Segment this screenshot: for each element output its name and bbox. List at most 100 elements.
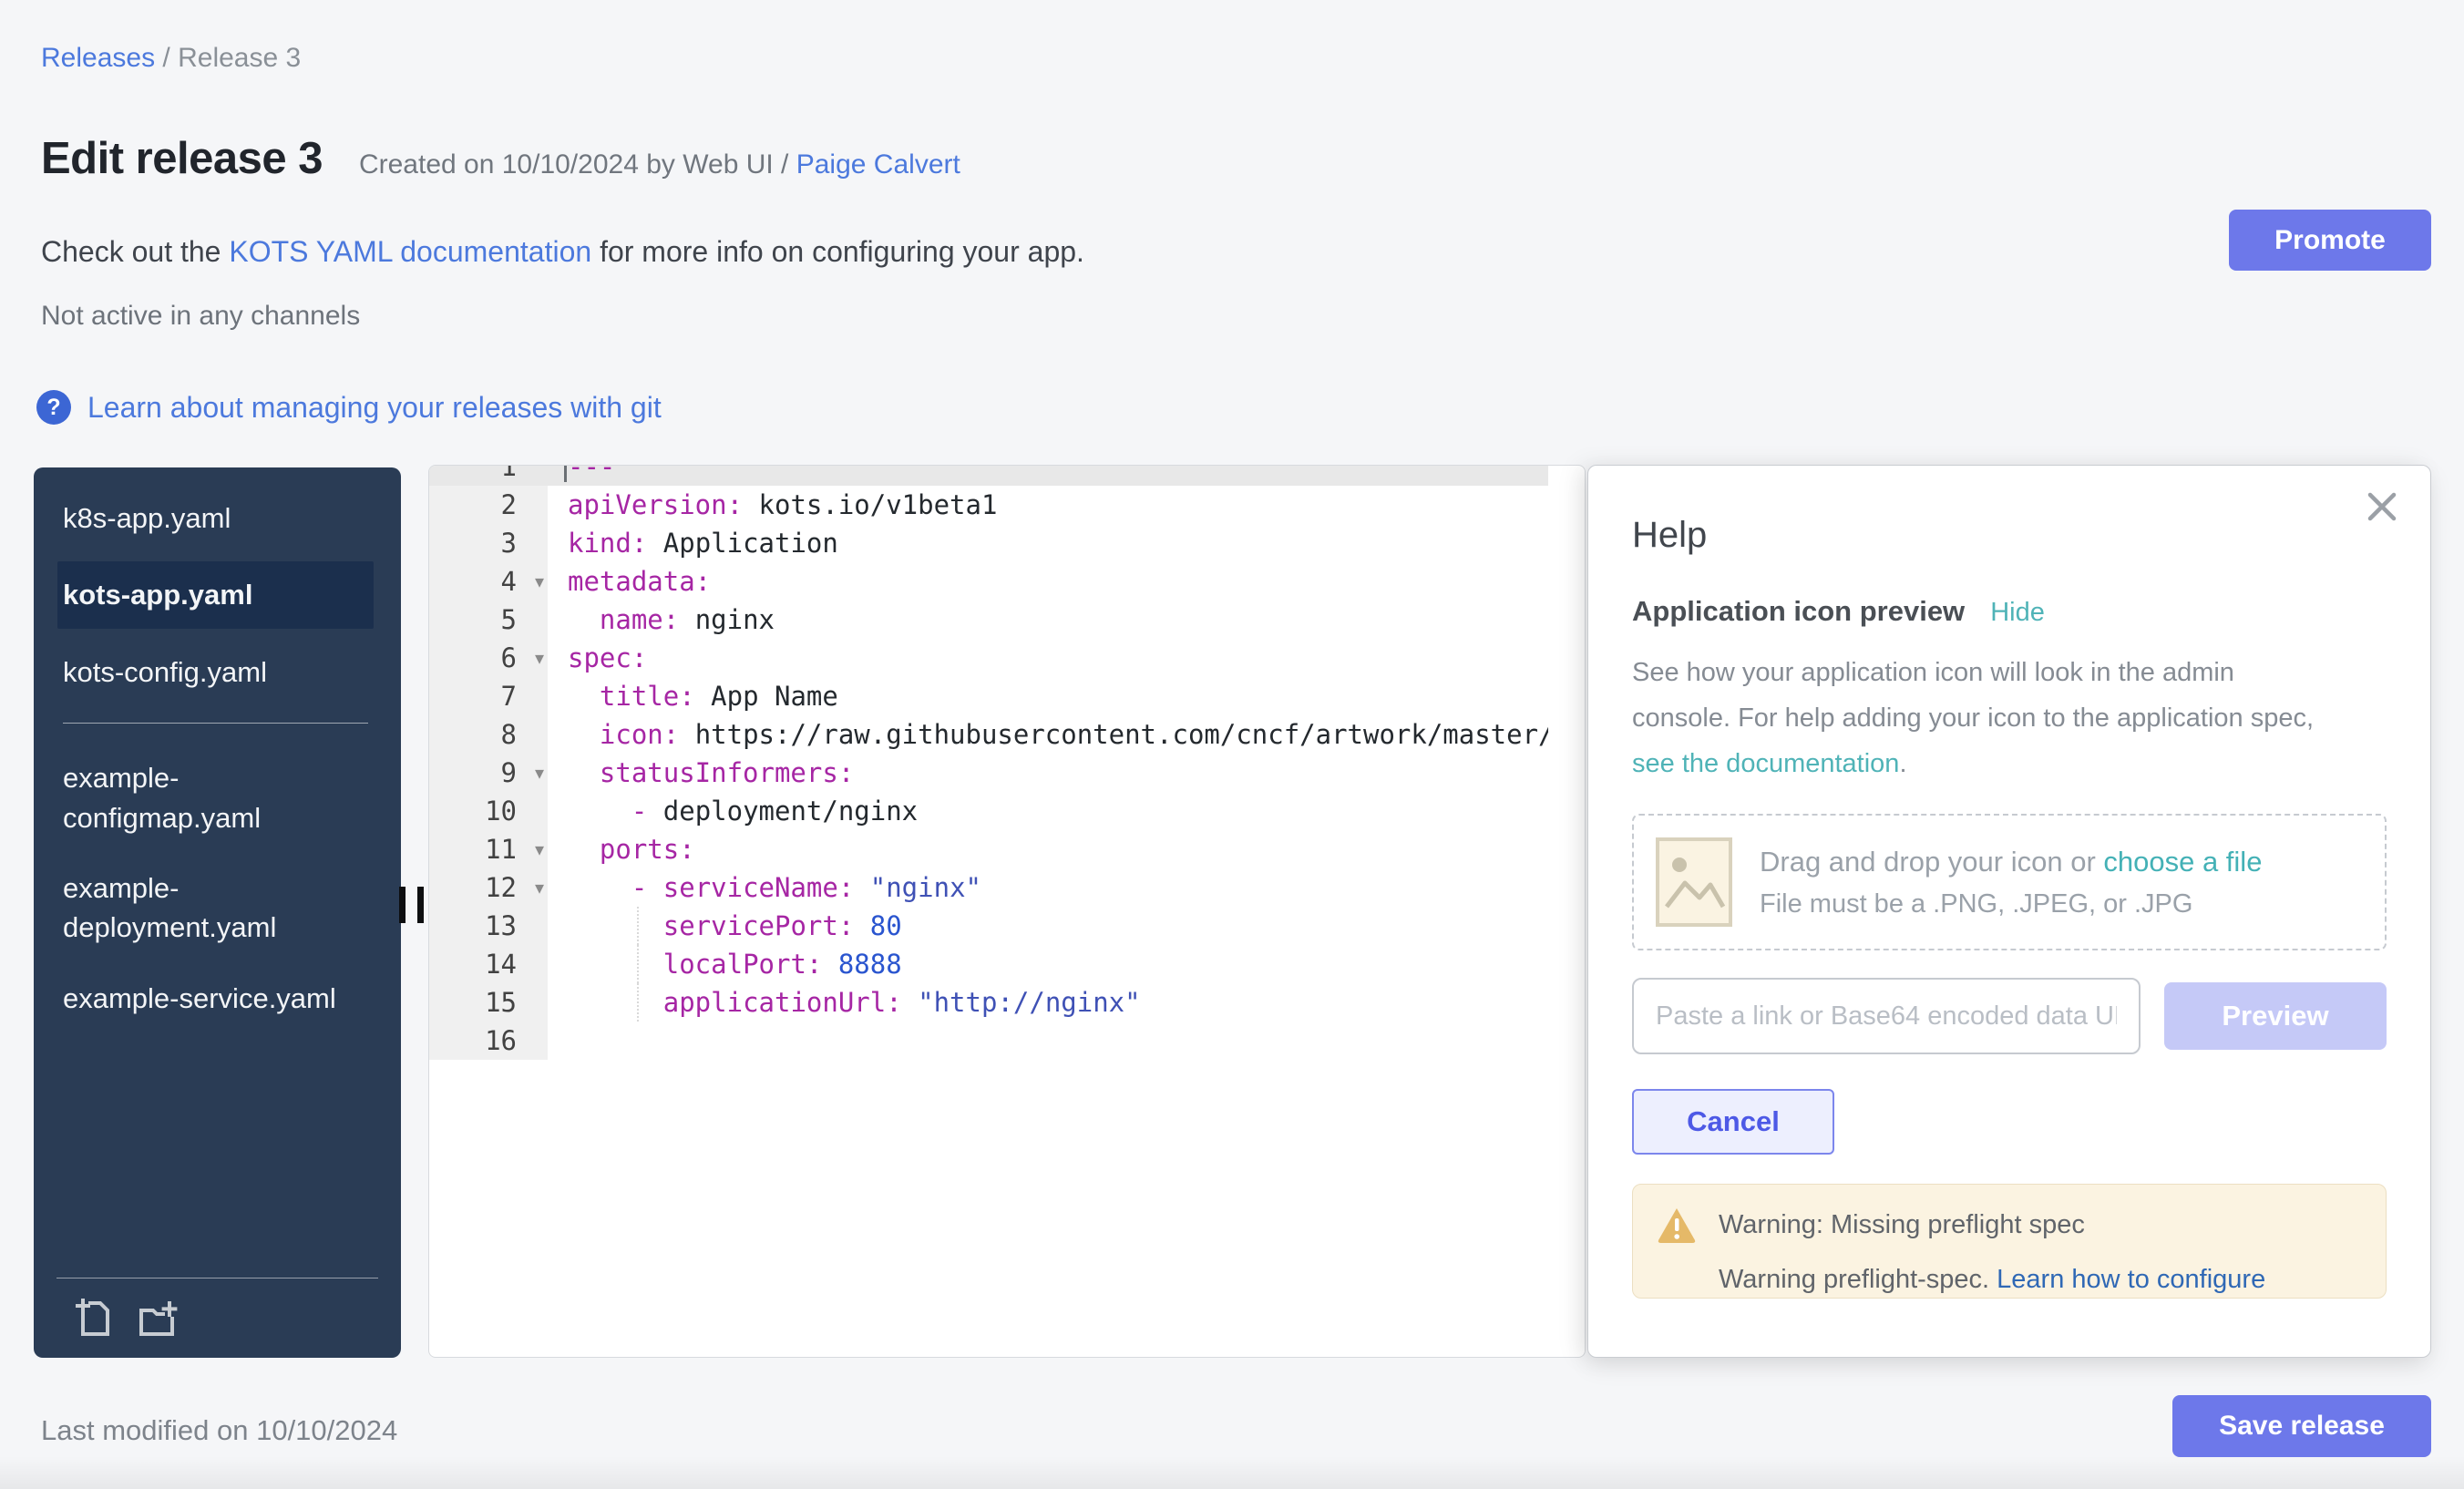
line-number: 5 [429,601,548,639]
learn-how-to-configure-link[interactable]: Learn how to configure [1997,1265,2265,1294]
created-meta: Created on 10/10/2024 by Web UI / Paige … [359,149,960,180]
file-tree-item[interactable]: kots-config.yaml [57,645,374,699]
file-tree-item[interactable]: example- configmap.yaml [57,751,374,845]
code-text: applicationUrl: "http://nginx" [548,983,1548,1022]
help-panel: Help Application icon preview Hide See h… [1587,465,2431,1358]
icon-preview-title: Application icon preview [1632,595,1965,628]
code-text: servicePort: 80 [548,907,1548,945]
file-name: kots-config.yaml [63,656,267,688]
title-row: Edit release 3 Created on 10/10/2024 by … [41,133,960,184]
code-text: - serviceName: "nginx" [548,868,1548,907]
kots-yaml-docs-link[interactable]: KOTS YAML documentation [229,235,591,268]
choose-file-link[interactable]: choose a file [2103,846,2262,878]
code-line[interactable]: 11▾ ports: [429,830,1548,868]
preview-button[interactable]: Preview [2164,982,2387,1050]
code-line[interactable]: 16 [429,1022,1548,1060]
code-line[interactable]: 6▾spec: [429,639,1548,677]
resize-grip-bar [417,887,424,923]
file-group-divider [63,723,368,724]
file-tree-item[interactable]: example- deployment.yaml [57,861,374,955]
yaml-editor[interactable]: 1---2apiVersion: kots.io/v1beta13kind: A… [428,465,1586,1358]
fold-arrow-icon[interactable]: ▾ [535,639,544,677]
code-text: --- [548,465,1548,486]
see-documentation-link[interactable]: see the documentation [1632,749,1899,778]
resize-grip-bar [399,887,406,923]
warning-detail-text: Warning preflight-spec. [1719,1265,1997,1294]
line-number: 7 [429,677,548,715]
breadcrumb-separator: / [155,43,178,73]
code-lines: 1---2apiVersion: kots.io/v1beta13kind: A… [429,465,1548,1060]
line-number: 4▾ [429,562,548,601]
line-number: 16 [429,1022,548,1060]
file-requirements: File must be a .PNG, .JPEG, or .JPG [1760,889,2262,919]
code-line[interactable]: 10 - deployment/nginx [429,792,1548,830]
code-text: kind: Application [548,524,1548,562]
code-text: name: nginx [548,601,1548,639]
save-release-button[interactable]: Save release [2172,1395,2431,1457]
question-mark-icon[interactable]: ? [36,390,71,425]
file-name: example- deployment.yaml [63,872,276,943]
code-line[interactable]: 2apiVersion: kots.io/v1beta1 [429,486,1548,524]
drop-zone-text: Drag and drop your icon or choose a file… [1760,846,2262,919]
file-tree-sidebar: k8s-app.yaml kots-app.yaml kots-config.yam… [34,467,401,1358]
code-text [548,1022,1548,1060]
code-line[interactable]: 13 servicePort: 80 [429,907,1548,945]
docs-hint-suffix: for more info on configuring your app. [591,235,1084,268]
git-releases-link[interactable]: Learn about managing your releases with … [87,391,662,425]
code-line[interactable]: 9▾ statusInformers: [429,754,1548,792]
icon-url-input[interactable] [1632,978,2141,1054]
text-cursor [564,465,567,482]
code-line[interactable]: 8 icon: https://raw.githubusercontent.co… [429,715,1548,754]
code-line[interactable]: 12▾ - serviceName: "nginx" [429,868,1548,907]
file-name: k8s-app.yaml [63,502,231,534]
line-number: 12▾ [429,868,548,907]
created-author-link[interactable]: Paige Calvert [796,149,960,180]
pane-resize-handle-left[interactable] [399,887,424,923]
help-panel-title: Help [1632,513,2387,557]
breadcrumb-releases-link[interactable]: Releases [41,43,155,73]
page-title: Edit release 3 [41,133,323,184]
add-file-button[interactable] [73,1297,117,1340]
file-name: kots-app.yaml [63,579,252,611]
icon-drop-zone[interactable]: Drag and drop your icon or choose a file… [1632,814,2387,950]
code-line[interactable]: 15 applicationUrl: "http://nginx" [429,983,1548,1022]
fold-arrow-icon[interactable]: ▾ [535,562,544,601]
image-placeholder-icon [1656,837,1732,927]
code-line[interactable]: 7 title: App Name [429,677,1548,715]
code-text: statusInformers: [548,754,1548,792]
fold-arrow-icon[interactable]: ▾ [535,830,544,868]
code-text: title: App Name [548,677,1548,715]
close-icon[interactable] [2365,489,2399,524]
edit-release-page: { "colors": { "accent_purple": "#6d78ea"… [0,0,2464,1489]
file-tree-item[interactable]: k8s-app.yaml [57,491,374,545]
bottom-fade [0,1456,2464,1489]
warning-title: Warning: Missing preflight spec [1719,1210,2085,1240]
icon-preview-description: See how your application icon will look … [1632,650,2387,786]
cancel-button[interactable]: Cancel [1632,1089,1834,1155]
git-help-row: ? Learn about managing your releases wit… [36,390,662,425]
fold-arrow-icon[interactable]: ▾ [535,754,544,792]
code-line[interactable]: 3kind: Application [429,524,1548,562]
warning-header-row: Warning: Missing preflight spec [1657,1207,2362,1243]
description-line: see the documentation. [1632,741,2387,786]
breadcrumb-current: Release 3 [178,43,301,73]
code-line[interactable]: 4▾metadata: [429,562,1548,601]
code-line[interactable]: 5 name: nginx [429,601,1548,639]
code-text: metadata: [548,562,1548,601]
add-folder-button[interactable] [135,1297,179,1340]
docs-hint-prefix: Check out the [41,235,229,268]
line-number: 14 [429,945,548,983]
code-text: apiVersion: kots.io/v1beta1 [548,486,1548,524]
code-line[interactable]: 1--- [429,465,1548,486]
fold-arrow-icon[interactable]: ▾ [535,868,544,907]
hide-link[interactable]: Hide [1990,598,2045,628]
file-tree-item[interactable]: kots-app.yaml [57,561,374,628]
line-number: 8 [429,715,548,754]
code-text: localPort: 8888 [548,945,1548,983]
line-number: 10 [429,792,548,830]
code-line[interactable]: 14 localPort: 8888 [429,945,1548,983]
line-number: 13 [429,907,548,945]
promote-button[interactable]: Promote [2229,210,2431,271]
file-tree-item[interactable]: example-service.yaml [57,971,374,1025]
file-name: example-service.yaml [63,982,336,1014]
